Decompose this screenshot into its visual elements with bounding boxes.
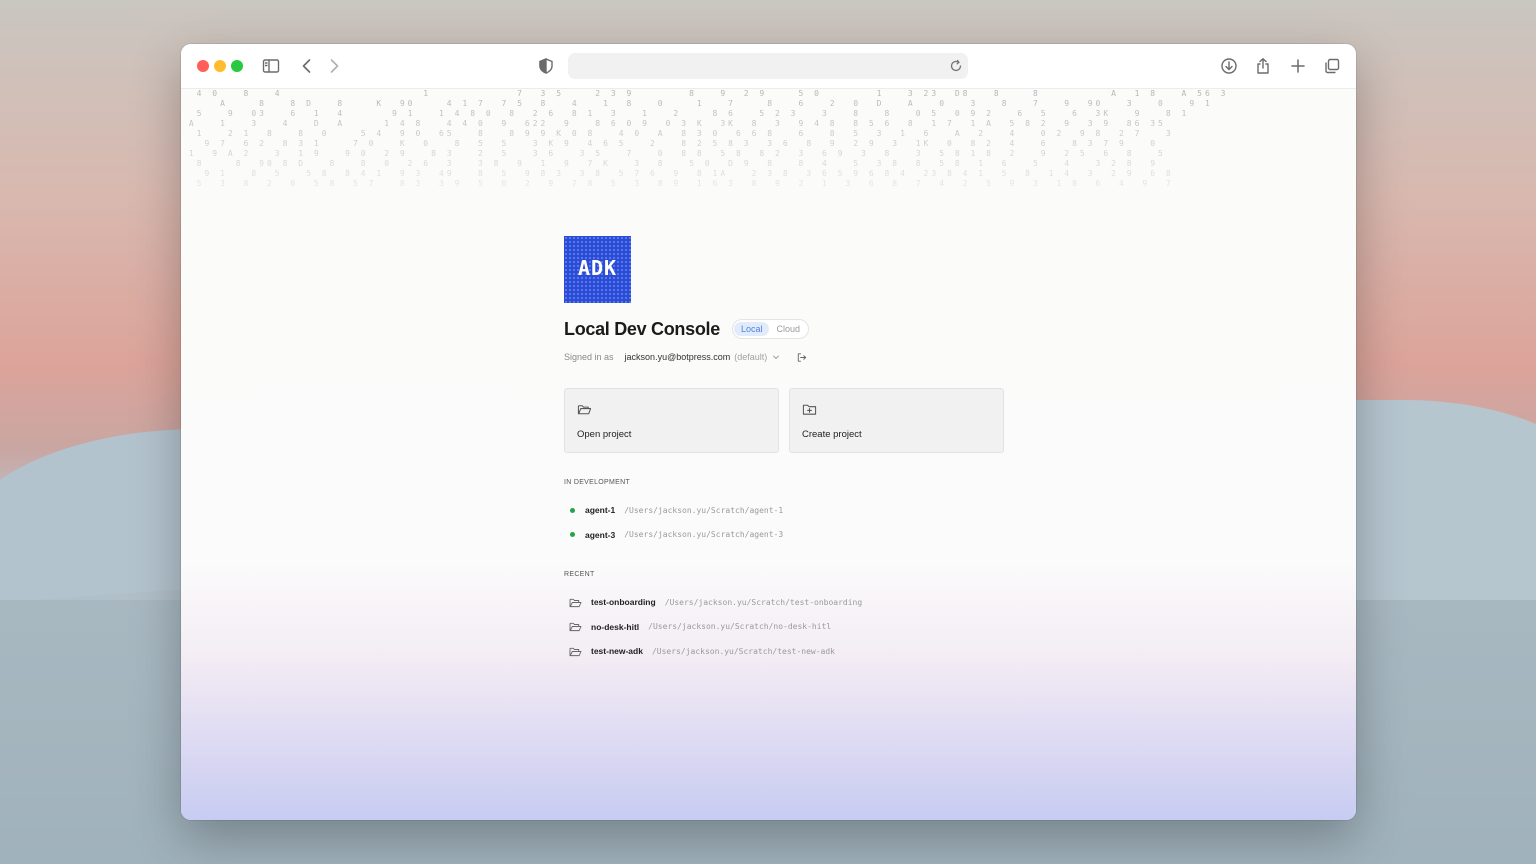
- folder-open-icon: [577, 402, 592, 417]
- close-window-button[interactable]: [197, 60, 209, 72]
- running-status-dot: [570, 532, 575, 538]
- folder-icon: [569, 597, 582, 608]
- open-project-label: Open project: [577, 429, 632, 440]
- project-path: /Users/jackson.yu/Scratch/no-desk-hitl: [648, 622, 832, 632]
- folder-plus-icon: [802, 402, 817, 417]
- background-digit-pattern: 4 0 8 4 1 7 3 5 2 3 9 8 9 2 9 5 0 1 3 23…: [188, 89, 1229, 188]
- open-project-button[interactable]: Open project: [564, 388, 779, 453]
- list-item[interactable]: agent-1 /Users/jackson.yu/Scratch/agent-…: [564, 498, 1024, 523]
- list-item[interactable]: agent-3 /Users/jackson.yu/Scratch/agent-…: [564, 523, 1024, 548]
- list-item[interactable]: test-new-adk /Users/jackson.yu/Scratch/t…: [564, 639, 1024, 664]
- in-development-list: agent-1 /Users/jackson.yu/Scratch/agent-…: [564, 498, 1024, 547]
- project-path: /Users/jackson.yu/Scratch/test-onboardin…: [664, 597, 863, 607]
- running-status-dot: [570, 507, 575, 513]
- address-bar[interactable]: [568, 53, 968, 79]
- folder-icon: [569, 621, 582, 632]
- new-tab-icon[interactable]: [1288, 56, 1308, 76]
- create-project-button[interactable]: Create project: [789, 388, 1004, 453]
- chevron-down-icon[interactable]: [772, 353, 780, 361]
- downloads-icon[interactable]: [1219, 56, 1239, 76]
- project-name: test-onboarding: [591, 597, 656, 608]
- account-default-tag: (default): [734, 352, 768, 362]
- list-item[interactable]: no-desk-hitl /Users/jackson.yu/Scratch/n…: [564, 615, 1024, 640]
- sidebar-toggle-icon[interactable]: [261, 56, 281, 76]
- project-name: agent-1: [585, 505, 616, 516]
- share-icon[interactable]: [1253, 56, 1273, 76]
- page-content: 4 0 8 4 1 7 3 5 2 3 9 8 9 2 9 5 0 1 3 23…: [181, 89, 1356, 820]
- title-row: Local Dev Console Local Cloud: [564, 317, 1024, 341]
- account-row: Signed in as jackson.yu@botpress.com (de…: [564, 350, 1024, 364]
- environment-toggle: Local Cloud: [731, 319, 809, 339]
- list-item[interactable]: test-onboarding /Users/jackson.yu/Scratc…: [564, 590, 1024, 615]
- project-path: /Users/jackson.yu/Scratch/test-new-adk: [651, 646, 835, 656]
- browser-toolbar: [181, 44, 1356, 89]
- create-project-label: Create project: [802, 429, 862, 440]
- forward-icon[interactable]: [324, 56, 344, 76]
- desktop-wallpaper: 4 0 8 4 1 7 3 5 2 3 9 8 9 2 9 5 0 1 3 23…: [0, 0, 1536, 864]
- back-icon[interactable]: [297, 56, 317, 76]
- logout-icon[interactable]: [796, 352, 807, 363]
- minimize-window-button[interactable]: [214, 60, 226, 72]
- project-name: agent-3: [585, 529, 616, 540]
- in-development-heading: IN DEVELOPMENT: [564, 479, 631, 486]
- account-email[interactable]: jackson.yu@botpress.com: [625, 352, 731, 362]
- project-name: no-desk-hitl: [591, 621, 640, 632]
- privacy-shield-icon[interactable]: [536, 56, 556, 76]
- zoom-window-button[interactable]: [231, 60, 243, 72]
- project-name: test-new-adk: [591, 646, 643, 657]
- action-cards: Open project Create project: [564, 388, 1024, 453]
- tab-overview-icon[interactable]: [1322, 56, 1342, 76]
- url-input[interactable]: [578, 56, 942, 78]
- browser-window: 4 0 8 4 1 7 3 5 2 3 9 8 9 2 9 5 0 1 3 23…: [181, 44, 1356, 820]
- project-path: /Users/jackson.yu/Scratch/agent-1: [624, 505, 784, 515]
- page-title: Local Dev Console: [564, 318, 720, 339]
- console-main: ADK Local Dev Console Local Cloud Signed…: [564, 236, 1024, 664]
- adk-logo: ADK: [564, 236, 631, 303]
- env-option-local[interactable]: Local: [733, 322, 770, 336]
- folder-icon: [569, 646, 582, 657]
- logo-text: ADK: [577, 256, 618, 280]
- recent-list: test-onboarding /Users/jackson.yu/Scratc…: [564, 590, 1024, 664]
- project-path: /Users/jackson.yu/Scratch/agent-3: [624, 530, 784, 540]
- reload-icon[interactable]: [948, 58, 964, 74]
- recent-heading: RECENT: [564, 571, 595, 578]
- env-option-cloud[interactable]: Cloud: [769, 322, 807, 336]
- signed-in-label: Signed in as: [564, 352, 614, 362]
